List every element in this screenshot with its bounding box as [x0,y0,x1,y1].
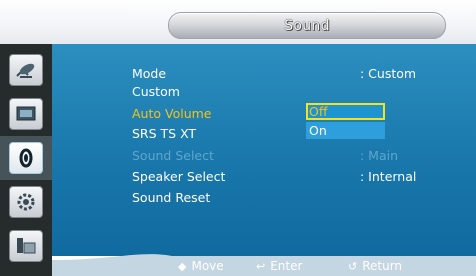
sidebar-item-picture[interactable] [0,92,52,136]
up-down-arrows-icon: ◆ [178,259,187,273]
menu-row-label: Sound Select [132,148,214,163]
menu-row-value: : Main [360,148,399,163]
menu-row-value: : Internal [360,169,417,184]
menu-row-value: : Custom [360,66,417,81]
dropdown-option-off[interactable]: Off [306,103,385,120]
title-bar: Sound [0,0,476,44]
enter-icon: ↩ [256,259,266,273]
picture-icon [9,98,43,130]
menu-row-mode[interactable]: Mode [132,66,166,84]
return-icon: ↺ [348,259,358,273]
menu-row-label: Sound Reset [132,190,211,205]
hint-move-label: Move [191,259,224,273]
menu-row-srs-ts-xt[interactable]: SRS TS XT [132,126,196,144]
dropdown-option-on[interactable]: On [306,122,385,139]
sound-icon [9,142,43,174]
menu-row-label: SRS TS XT [132,126,197,141]
menu-row-sound-select: Sound Select [132,148,214,166]
menu-row-label: Auto Volume [132,106,212,121]
title-pill: Sound [168,12,446,39]
hint-move: ◆ Move [178,258,224,274]
menu-row-label: Custom [132,84,180,99]
satellite-dish-icon [9,54,43,86]
menu-row-speaker-select[interactable]: Speaker Select [132,169,225,187]
hint-return: ↺ Return [348,258,402,274]
sidebar-item-sound[interactable] [0,136,52,180]
multi-screen-icon [9,230,43,262]
gear-icon [9,186,43,218]
hint-return-label: Return [362,259,403,273]
sidebar-item-multi-control[interactable] [0,224,52,268]
sidebar-item-input[interactable] [0,48,52,92]
menu-row-custom[interactable]: Custom [132,84,180,102]
sidebar [0,44,52,276]
sound-menu-panel: Mode : Custom Custom Auto Volume : SRS T… [52,44,476,256]
hint-enter: ↩ Enter [256,258,302,274]
menu-row-auto-volume[interactable]: Auto Volume [132,106,212,124]
hint-enter-label: Enter [270,259,303,273]
menu-row-label: Speaker Select [132,169,226,184]
menu-row-label: Mode [132,66,167,81]
auto-volume-dropdown[interactable]: Off On [306,103,385,139]
sidebar-item-setup[interactable] [0,180,52,224]
menu-row-sound-reset[interactable]: Sound Reset [132,190,210,208]
page-title: Sound [284,17,330,34]
